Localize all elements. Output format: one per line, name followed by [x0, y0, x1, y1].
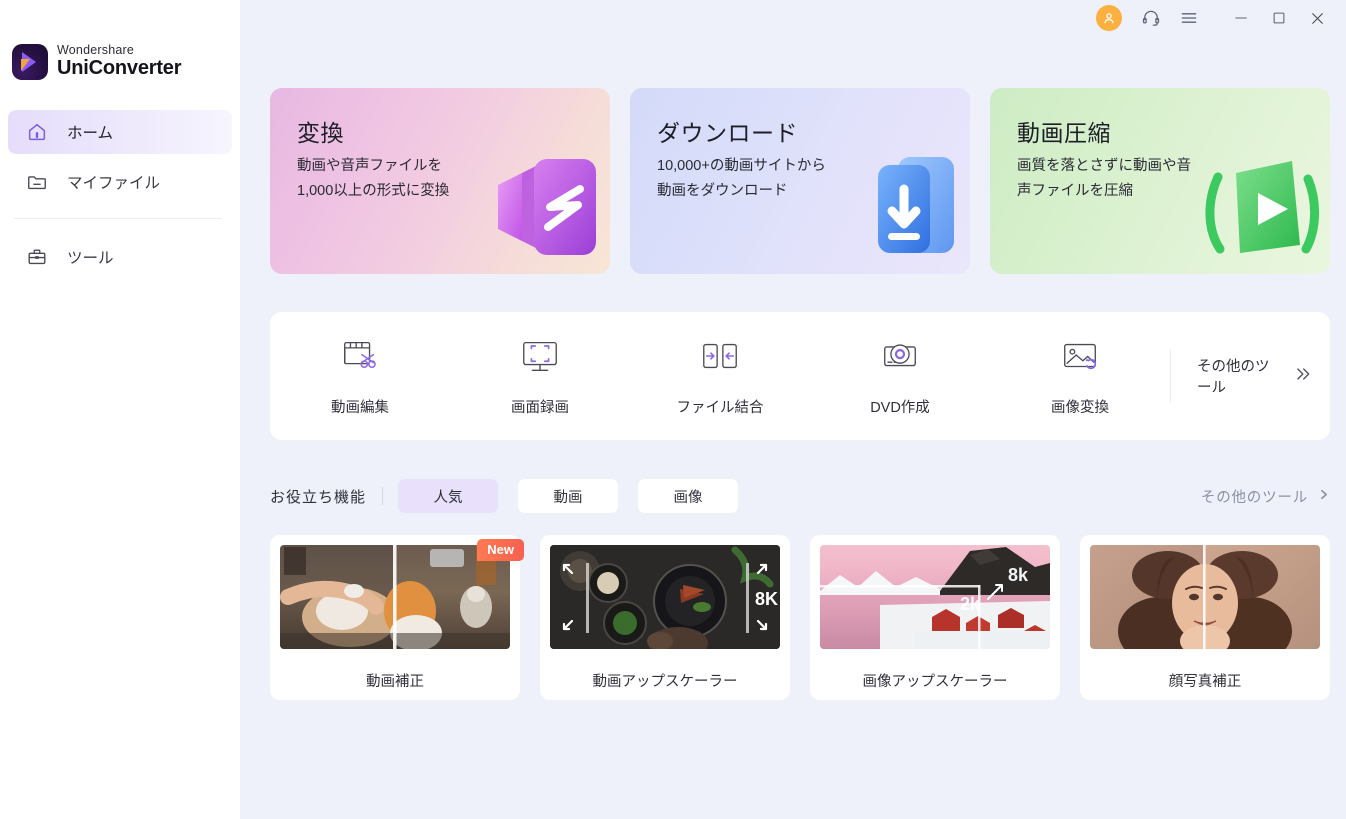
hero-card-convert[interactable]: 変換 動画や音声ファイルを1,000以上の形式に変換	[270, 88, 610, 274]
feature-card-photo-enhancer[interactable]: 顔写真補正	[1080, 535, 1330, 700]
sidebar-item-label: ツール	[67, 250, 114, 267]
app-window: Wondershare UniConverter ホーム マイファイル ツール …	[0, 0, 1346, 819]
more-tools-button[interactable]: その他のツール	[1170, 349, 1312, 403]
minimize-button[interactable]	[1222, 3, 1260, 33]
sidebar-item-tools[interactable]: ツール	[8, 235, 232, 279]
features-more-label: その他のツール	[1200, 489, 1308, 506]
upscale-8k-label: 8K	[755, 589, 778, 609]
feature-label: 動画補正	[366, 674, 424, 690]
more-tools-label: その他のツール	[1197, 359, 1270, 396]
tool-image-converter[interactable]: 画像変換	[990, 312, 1170, 440]
hamburger-menu-button[interactable]	[1170, 3, 1208, 33]
feature-label: 動画アップスケーラー	[592, 674, 738, 690]
tab-popular[interactable]: 人気	[398, 479, 499, 513]
sidebar-item-home[interactable]: ホーム	[8, 110, 232, 154]
features-filter-row: お役立ち機能 人気 動画 画像 その他のツール	[270, 478, 1330, 514]
tool-label: 画面録画	[511, 400, 569, 416]
feature-card-row: New 動画補正 8K 動画アップスケーラー 2k 8k 画像アップスケーラー …	[270, 535, 1330, 700]
image-convert-icon	[1059, 335, 1101, 382]
screen-record-monitor-icon	[519, 335, 561, 382]
video-edit-scissors-icon	[339, 335, 381, 382]
tool-label: DVD作成	[870, 400, 930, 416]
sidebar: Wondershare UniConverter ホーム マイファイル ツール	[0, 0, 240, 819]
brand-main-text: UniConverter	[57, 56, 182, 79]
main-content: 変換 動画や音声ファイルを1,000以上の形式に変換 ダウンロード 10,000…	[240, 0, 1346, 819]
double-chevron-right-icon	[1292, 364, 1312, 388]
user-avatar-icon[interactable]	[1096, 5, 1122, 31]
compress-icon	[1196, 145, 1322, 270]
sidebar-item-label: ホーム	[67, 125, 114, 142]
features-section-title: お役立ち機能	[270, 488, 367, 506]
feature-label: 顔写真補正	[1168, 674, 1242, 690]
tab-video[interactable]: 動画	[518, 479, 619, 513]
hero-title: ダウンロード	[657, 120, 798, 146]
sidebar-divider	[14, 218, 222, 219]
hero-desc: 画質を落とさずに動画や音声ファイルを圧縮	[1017, 158, 1191, 199]
tab-image[interactable]: 画像	[638, 479, 739, 513]
hero-title: 動画圧縮	[1017, 120, 1111, 146]
feature-label: 画像アップスケーラー	[862, 674, 1008, 690]
dog-before-after-thumb	[280, 545, 510, 649]
sidebar-item-myfiles[interactable]: マイファイル	[8, 160, 232, 204]
feature-card-image-upscaler[interactable]: 2k 8k 画像アップスケーラー	[810, 535, 1060, 700]
download-icon	[844, 145, 962, 270]
snow-village-thumb: 2k 8k	[820, 545, 1050, 649]
tools-strip: 動画編集 画面録画 ファイル結合 DVD作成 画像変換 その他のツール	[270, 312, 1330, 440]
merge-files-icon	[699, 335, 741, 382]
window-titlebar	[1094, 0, 1346, 36]
filter-divider	[382, 487, 384, 505]
folder-icon	[26, 171, 48, 193]
tool-dvd-burner[interactable]: DVD作成	[810, 312, 990, 440]
food-table-thumb: 8K	[550, 545, 780, 649]
hero-desc: 10,000+の動画サイトから動画をダウンロード	[657, 158, 826, 199]
features-more-link[interactable]: その他のツール	[1201, 486, 1330, 507]
tool-merge-files[interactable]: ファイル結合	[630, 312, 810, 440]
sidebar-item-label: マイファイル	[67, 175, 161, 192]
close-button[interactable]	[1298, 3, 1336, 33]
dvd-disc-icon	[879, 335, 921, 382]
convert-icon	[484, 145, 602, 270]
wondershare-logo-icon	[12, 44, 48, 80]
toolbox-icon	[26, 246, 48, 268]
tool-screen-recorder[interactable]: 画面録画	[450, 312, 630, 440]
new-badge: New	[477, 539, 524, 561]
app-logo: Wondershare UniConverter	[0, 0, 240, 80]
brand-top-text: Wondershare	[57, 43, 135, 58]
hero-card-download[interactable]: ダウンロード 10,000+の動画サイトから動画をダウンロード	[630, 88, 970, 274]
tool-video-editor[interactable]: 動画編集	[270, 312, 450, 440]
support-headset-button[interactable]	[1132, 3, 1170, 33]
feature-card-video-enhancer[interactable]: New 動画補正	[270, 535, 524, 700]
upscale-8k-label: 8k	[1008, 565, 1029, 585]
maximize-button[interactable]	[1260, 3, 1298, 33]
sidebar-nav: ホーム マイファイル ツール	[0, 110, 240, 279]
tool-label: 画像変換	[1051, 400, 1109, 416]
hero-card-compress[interactable]: 動画圧縮 画質を落とさずに動画や音声ファイルを圧縮	[990, 88, 1330, 274]
chevron-right-icon	[1317, 488, 1330, 505]
tool-label: ファイル結合	[676, 400, 764, 416]
hero-desc: 動画や音声ファイルを1,000以上の形式に変換	[297, 158, 450, 199]
portrait-before-after-thumb	[1090, 545, 1320, 649]
hero-title: 変換	[297, 120, 344, 146]
home-icon	[26, 121, 48, 143]
feature-card-video-upscaler[interactable]: 8K 動画アップスケーラー	[540, 535, 790, 700]
hero-card-row: 変換 動画や音声ファイルを1,000以上の形式に変換 ダウンロード 10,000…	[270, 88, 1330, 274]
upscale-2k-label: 2k	[960, 594, 981, 614]
tool-label: 動画編集	[331, 400, 389, 416]
